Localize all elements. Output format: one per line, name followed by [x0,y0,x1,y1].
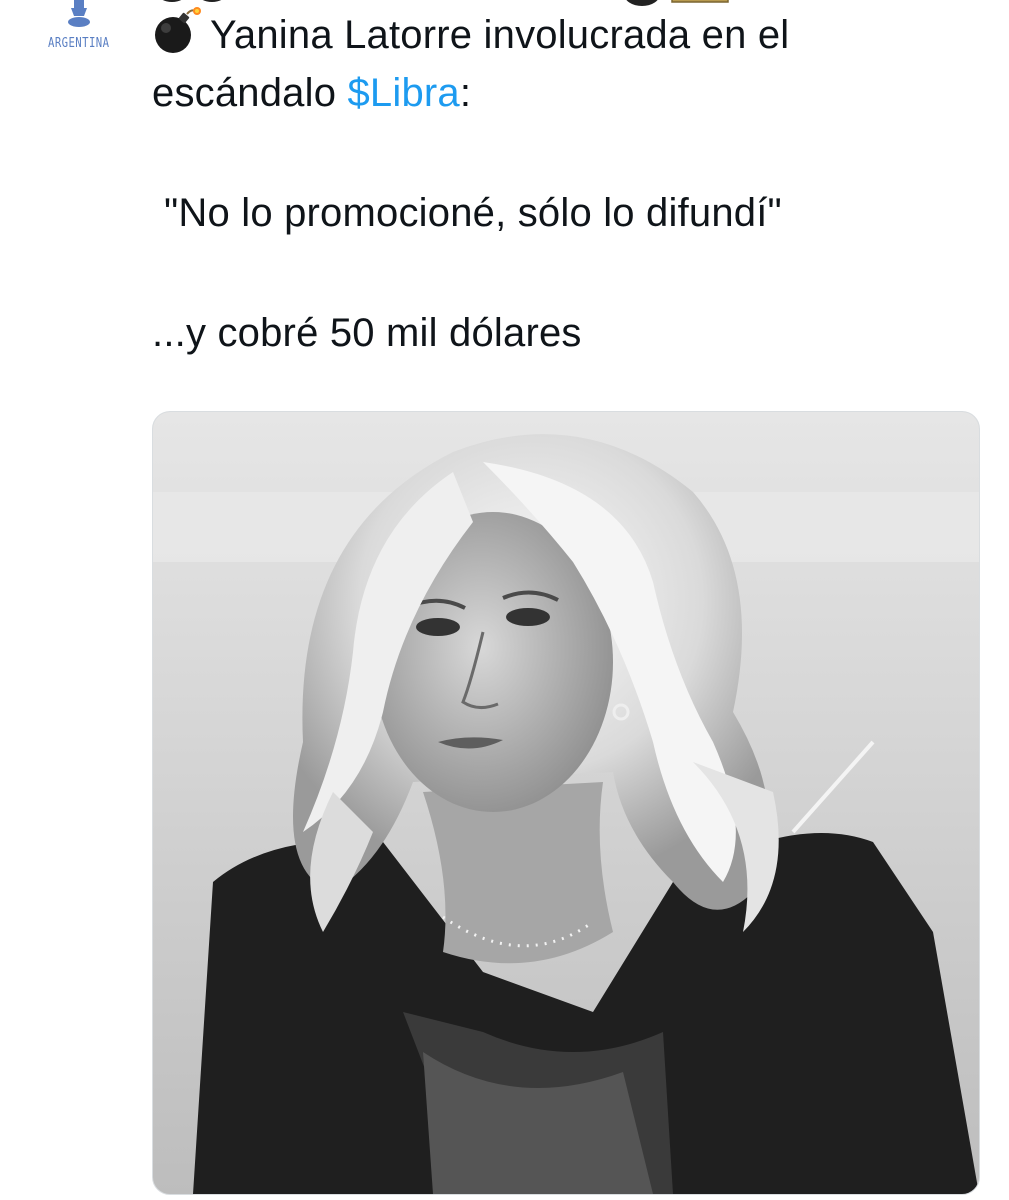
avatar-label: ARGENTINA [48,36,110,51]
photo-illustration [153,412,979,1194]
tweet-quote: "No lo promocioné, sólo lo difundí" [164,191,782,235]
tweet-closing-line: ...y cobré 50 mil dólares [152,311,582,355]
tweet-line-2-colon: : [459,71,472,115]
tweet-line-2: escándalo $Libra: [152,64,982,122]
bomb-emoji-icon [155,7,201,53]
tweet-media-photo[interactable] [152,411,980,1195]
tweet-text: Yanina Latorre involucrada en el escánda… [152,6,982,362]
tweet-line-1-text: Yanina Latorre involucrada en el [210,13,790,57]
hashtag-link-libra[interactable]: $Libra [347,71,459,115]
pedestal-trophy-icon [68,0,90,27]
avatar[interactable] [38,0,118,70]
tweet-line-2-text: escándalo [152,71,348,115]
tweet-line-1: Yanina Latorre involucrada en el [152,6,982,64]
